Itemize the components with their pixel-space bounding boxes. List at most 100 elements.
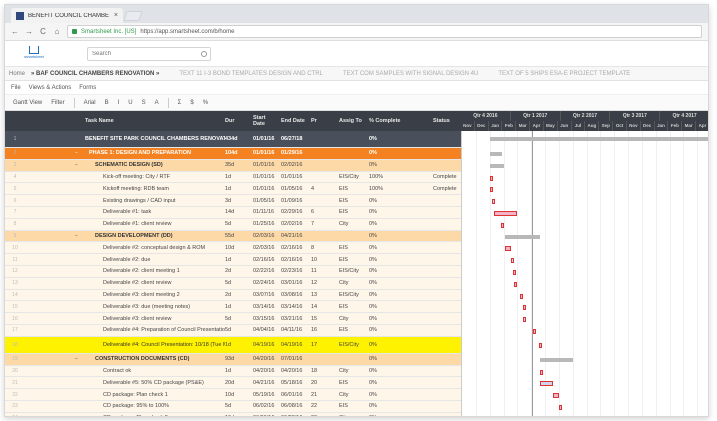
home-icon[interactable]: ⌂ xyxy=(53,27,61,36)
cell-assigned[interactable]: EIS xyxy=(339,327,367,333)
cell-assigned[interactable]: EIS/City xyxy=(339,292,367,298)
table-row[interactable]: 1 BENEFIT SITE PARK COUNCIL CHAMBERS RENO… xyxy=(5,131,461,148)
cell-duration[interactable]: 1d xyxy=(225,368,247,374)
cell-duration[interactable]: 5d xyxy=(225,280,247,286)
sheet-tab[interactable]: TEXT COM SAMPLES WITH SIGNAL DESIGN 4U xyxy=(343,71,478,77)
gantt-bar[interactable] xyxy=(563,417,569,418)
cell-start[interactable]: 05/19/16 xyxy=(253,392,279,398)
cell-name[interactable]: BENEFIT SITE PARK COUNCIL CHAMBERS RENOV… xyxy=(85,136,225,142)
table-row[interactable]: 24 CD package: Plan check 210d 06/09/1606/… xyxy=(5,412,461,416)
cell-pct[interactable]: 0% xyxy=(369,233,409,239)
cell-duration[interactable]: 10d xyxy=(225,392,247,398)
cell-duration[interactable]: 5d xyxy=(225,403,247,409)
cell-duration[interactable]: 2d xyxy=(225,268,247,274)
cell-start[interactable]: 04/19/16 xyxy=(253,342,279,348)
search-input[interactable] xyxy=(88,48,210,60)
cell-pred[interactable]: 6 xyxy=(311,209,335,215)
cell-pct[interactable]: 100% xyxy=(369,186,409,192)
cell-end[interactable]: 04/20/16 xyxy=(281,368,307,374)
cell-assigned[interactable]: EIS xyxy=(339,380,367,386)
cell-start[interactable]: 01/01/16 xyxy=(253,136,279,142)
table-row[interactable]: 10 Deliverable #2: conceptual design & RO… xyxy=(5,242,461,255)
table-row[interactable]: 3 − SCHEMATIC DESIGN (SD) 35d 01/01/16 02/02/… xyxy=(5,159,461,172)
font-select[interactable]: Arial xyxy=(84,100,96,106)
cell-pct[interactable]: 0% xyxy=(369,280,409,286)
cell-end[interactable]: 02/02/16 xyxy=(281,162,307,168)
cell-status[interactable]: Complete xyxy=(433,186,461,192)
percent-button[interactable]: % xyxy=(203,100,208,106)
cell-duration[interactable]: 1d xyxy=(225,186,247,192)
gantt-bar[interactable] xyxy=(514,281,518,287)
cell-pct[interactable]: 0% xyxy=(369,221,409,227)
cell-assigned[interactable]: EIS/City xyxy=(339,174,367,180)
col-status[interactable]: Status xyxy=(433,111,461,131)
gantt-bar[interactable] xyxy=(510,257,514,263)
cell-assigned[interactable]: EIS xyxy=(339,304,367,310)
cell-pct[interactable]: 0% xyxy=(369,415,409,416)
cell-start[interactable]: 01/05/16 xyxy=(253,198,279,204)
cell-pct[interactable]: 0% xyxy=(369,257,409,263)
gantt-bar[interactable] xyxy=(504,245,511,251)
cell-start[interactable]: 02/03/16 xyxy=(253,245,279,251)
cell-end[interactable]: 05/18/16 xyxy=(281,380,307,386)
gantt-bar[interactable] xyxy=(500,222,505,228)
table-row[interactable]: 9 − DESIGN DEVELOPMENT (DD) 55d 02/03/16 04/2… xyxy=(5,230,461,243)
cell-name[interactable]: Contract ok xyxy=(85,368,225,374)
cell-assigned[interactable]: City xyxy=(339,221,367,227)
cell-pred[interactable]: 20 xyxy=(311,380,335,386)
gantt-bar[interactable] xyxy=(523,316,527,322)
search-icon[interactable] xyxy=(201,51,207,57)
cell-duration[interactable]: 1d xyxy=(225,257,247,263)
cell-pred[interactable]: 16 xyxy=(311,327,335,333)
cell-end[interactable]: 01/09/16 xyxy=(281,198,307,204)
gantt-bar[interactable] xyxy=(539,369,543,375)
cell-pct[interactable]: 0% xyxy=(369,209,409,215)
new-tab-button[interactable] xyxy=(123,11,143,21)
back-arrow-icon[interactable]: ← xyxy=(11,27,19,36)
cell-name[interactable]: CD package: 95% to 100% xyxy=(85,403,225,409)
cell-pct[interactable]: 100% xyxy=(369,174,409,180)
cell-pct[interactable]: 0% xyxy=(369,136,409,142)
underline-button[interactable]: U xyxy=(128,100,132,106)
cell-assigned[interactable]: City xyxy=(339,368,367,374)
cell-duration[interactable]: 20d xyxy=(225,380,247,386)
cell-start[interactable]: 02/22/16 xyxy=(253,268,279,274)
collapse-icon[interactable]: − xyxy=(75,233,78,239)
gantt-bar[interactable] xyxy=(491,198,495,204)
gantt-bar[interactable] xyxy=(513,269,517,275)
cell-start[interactable]: 03/14/16 xyxy=(253,304,279,310)
table-row[interactable]: 17 Deliverable #4: Preparation of Council… xyxy=(5,324,461,337)
cell-name[interactable]: Deliverable #2: due xyxy=(85,257,225,263)
cell-name[interactable]: Deliverable #3: client meeting 2 xyxy=(85,292,225,298)
gantt-bar[interactable] xyxy=(489,151,503,156)
table-row[interactable]: 7 Deliverable #1: task 14d 01/11/16 02/29/16… xyxy=(5,206,461,219)
url-bar[interactable]: Smartsheet Inc. [US] https://app.smartsh… xyxy=(67,25,702,38)
cell-duration[interactable]: 14d xyxy=(225,209,247,215)
cell-assigned[interactable]: EIS xyxy=(339,257,367,263)
cell-duration[interactable]: 10d xyxy=(225,415,247,416)
cell-start[interactable]: 06/09/16 xyxy=(253,415,279,416)
menu-views-actions[interactable]: Views & Actions xyxy=(29,85,72,91)
cell-pred[interactable]: 12 xyxy=(311,280,335,286)
cell-assigned[interactable]: City xyxy=(339,316,367,322)
cell-duration[interactable]: 1d xyxy=(225,174,247,180)
col-end-date[interactable]: End Date xyxy=(281,111,305,131)
close-tab-icon[interactable]: × xyxy=(114,12,118,19)
browser-tab[interactable]: BENEFIT COUNCIL CHAMBE × xyxy=(11,8,123,23)
cell-duration[interactable]: 5d xyxy=(225,221,247,227)
cell-pred[interactable]: 11 xyxy=(311,268,335,274)
cell-assigned[interactable]: City xyxy=(339,415,367,416)
cell-duration[interactable]: 35d xyxy=(225,162,247,168)
collapse-icon[interactable]: − xyxy=(75,150,78,156)
cell-start[interactable]: 01/01/16 xyxy=(253,150,279,156)
cell-duration[interactable]: 1d xyxy=(225,304,247,310)
cell-start[interactable]: 04/20/16 xyxy=(253,368,279,374)
cell-pred[interactable]: 22 xyxy=(311,403,335,409)
table-row[interactable]: 20 Contract ok 1d 04/20/16 04/20/16 18 City 0% xyxy=(5,365,461,378)
cell-end[interactable]: 03/01/16 xyxy=(281,280,307,286)
cell-end[interactable]: 01/29/16 xyxy=(281,150,307,156)
gantt-bar[interactable] xyxy=(522,304,526,310)
col-duration[interactable]: Dur xyxy=(225,111,247,131)
table-row[interactable]: 15 Deliverable #3: due (meeting notes) 1d 0… xyxy=(5,301,461,314)
cell-end[interactable]: 06/22/16 xyxy=(281,415,307,416)
